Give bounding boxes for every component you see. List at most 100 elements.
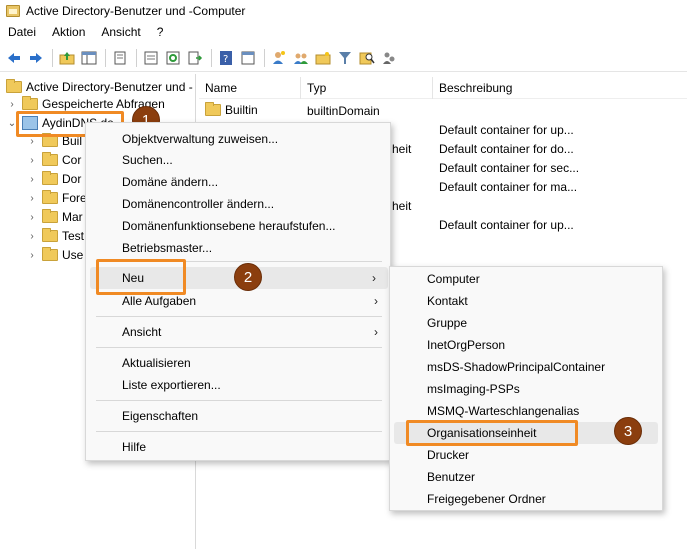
menu-separator xyxy=(96,431,382,432)
menu-item-change-domain[interactable]: Domäne ändern... xyxy=(86,171,390,193)
chevron-right-icon: › xyxy=(374,325,378,339)
column-header-name[interactable]: Name xyxy=(199,77,301,99)
menu-item-delegate[interactable]: Objektverwaltung zuweisen... xyxy=(86,128,390,150)
folder-icon xyxy=(205,102,221,116)
toolbar: ? xyxy=(0,44,687,72)
tree-item-label: Cor xyxy=(62,153,82,167)
ou-folder-icon xyxy=(42,228,58,242)
tree-root-label: Active Directory-Benutzer und - xyxy=(26,80,193,94)
chevron-right-icon[interactable]: › xyxy=(26,155,38,166)
delegate-icon[interactable] xyxy=(379,48,399,68)
submenu-item-inetorgperson[interactable]: InetOrgPerson xyxy=(390,334,662,356)
menu-separator xyxy=(96,347,382,348)
submenu-item-shadow-principal[interactable]: msDS-ShadowPrincipalContainer xyxy=(390,356,662,378)
menu-item-operations-masters[interactable]: Betriebsmaster... xyxy=(86,237,390,259)
copy-icon[interactable] xyxy=(110,48,130,68)
submenu-item-shared-folder[interactable]: Freigegebener Ordner xyxy=(390,488,662,510)
tree-item-child[interactable]: › Fore xyxy=(26,188,87,208)
callout-ou xyxy=(406,420,578,446)
folder-icon xyxy=(22,96,38,110)
menu-item-find[interactable]: Suchen... xyxy=(86,149,390,171)
menu-help[interactable]: ? xyxy=(149,25,172,39)
cell-type: builtinDomain xyxy=(307,104,380,118)
table-row[interactable]: Builtin xyxy=(205,102,258,117)
toolbar-separator xyxy=(264,48,265,67)
menu-item-change-dc[interactable]: Domänencontroller ändern... xyxy=(86,193,390,215)
cell-description: Default container for up... xyxy=(439,218,574,232)
new-submenu: Computer Kontakt Gruppe InetOrgPerson ms… xyxy=(389,266,663,511)
ou-folder-icon xyxy=(42,171,58,185)
title-bar: Active Directory-Benutzer und -Computer xyxy=(0,0,687,22)
chevron-right-icon[interactable]: › xyxy=(26,136,38,147)
column-header-type[interactable]: Typ xyxy=(301,77,433,99)
back-arrow-icon[interactable] xyxy=(4,48,24,68)
cell-description: Default container for do... xyxy=(439,142,574,156)
chevron-right-icon[interactable]: › xyxy=(26,193,38,204)
submenu-item-computer[interactable]: Computer xyxy=(390,268,662,290)
tree-item-label: Mar xyxy=(62,210,83,224)
tree-item-label: Fore xyxy=(62,191,87,205)
folder-icon xyxy=(42,190,58,204)
add-user-icon[interactable] xyxy=(269,48,289,68)
menu-item-label: Ansicht xyxy=(122,325,162,339)
menu-item-refresh[interactable]: Aktualisieren xyxy=(86,352,390,374)
app-icon xyxy=(6,5,20,17)
folder-icon xyxy=(42,247,58,261)
toolbar-separator xyxy=(52,48,53,67)
menu-item-export-list[interactable]: Liste exportieren... xyxy=(86,374,390,396)
add-group-icon[interactable] xyxy=(291,48,311,68)
cell-description: Default container for sec... xyxy=(439,161,580,175)
menu-aktion[interactable]: Aktion xyxy=(44,25,93,39)
submenu-item-printer[interactable]: Drucker xyxy=(390,444,662,466)
menu-ansicht[interactable]: Ansicht xyxy=(93,25,148,39)
menu-item-properties[interactable]: Eigenschaften xyxy=(86,405,390,427)
menu-datei[interactable]: Datei xyxy=(0,25,44,39)
chevron-right-icon[interactable]: › xyxy=(26,174,38,185)
cell-type: heit xyxy=(392,199,412,213)
find-icon[interactable] xyxy=(357,48,377,68)
tree-item-child[interactable]: › Dor xyxy=(26,169,81,189)
forward-arrow-icon[interactable] xyxy=(26,48,46,68)
tree-item-child[interactable]: › Test xyxy=(26,226,84,246)
chevron-right-icon[interactable]: › xyxy=(26,250,38,261)
menu-bar: Datei Aktion Ansicht ? xyxy=(0,22,687,42)
submenu-item-contact[interactable]: Kontakt xyxy=(390,290,662,312)
submenu-item-user[interactable]: Benutzer xyxy=(390,466,662,488)
chevron-right-icon: › xyxy=(374,294,378,308)
tree-item-child[interactable]: › Use xyxy=(26,245,83,265)
tree-item-child[interactable]: › Mar xyxy=(26,207,83,227)
up-folder-icon[interactable] xyxy=(57,48,77,68)
cell-description: Default container for ma... xyxy=(439,180,578,194)
refresh-icon[interactable] xyxy=(163,48,183,68)
tree-item-label: Test xyxy=(62,229,85,243)
column-header-description[interactable]: Beschreibung xyxy=(433,77,583,99)
tree-item-child[interactable]: › Cor xyxy=(26,150,81,170)
submenu-item-msimaging[interactable]: msImaging-PSPs xyxy=(390,378,662,400)
menu-separator xyxy=(96,400,382,401)
chevron-right-icon[interactable]: › xyxy=(6,99,18,110)
callout-new xyxy=(96,259,186,295)
submenu-item-group[interactable]: Gruppe xyxy=(390,312,662,334)
cell-type: heit xyxy=(392,142,412,156)
chevron-right-icon[interactable]: › xyxy=(26,212,38,223)
menu-item-label: Alle Aufgaben xyxy=(122,294,197,308)
show-tree-icon[interactable] xyxy=(79,48,99,68)
step-badge-3: 3 xyxy=(614,417,642,445)
svg-text:?: ? xyxy=(223,54,228,65)
menu-item-view[interactable]: Ansicht › xyxy=(86,321,390,343)
menu-separator xyxy=(96,316,382,317)
properties-icon[interactable] xyxy=(141,48,161,68)
export-icon[interactable] xyxy=(185,48,205,68)
folder-icon xyxy=(42,152,58,166)
console-icon[interactable] xyxy=(238,48,258,68)
add-ou-icon[interactable] xyxy=(313,48,333,68)
help-icon[interactable]: ? xyxy=(216,48,236,68)
tree-item-label: Use xyxy=(62,248,84,262)
chevron-right-icon: › xyxy=(372,271,376,285)
menu-item-help[interactable]: Hilfe xyxy=(86,436,390,458)
filter-icon[interactable] xyxy=(335,48,355,68)
cell-name: Builtin xyxy=(225,103,258,117)
menu-item-raise-level[interactable]: Domänenfunktionsebene heraufstufen... xyxy=(86,215,390,237)
tree-item-label: Dor xyxy=(62,172,82,186)
chevron-right-icon[interactable]: › xyxy=(26,231,38,242)
